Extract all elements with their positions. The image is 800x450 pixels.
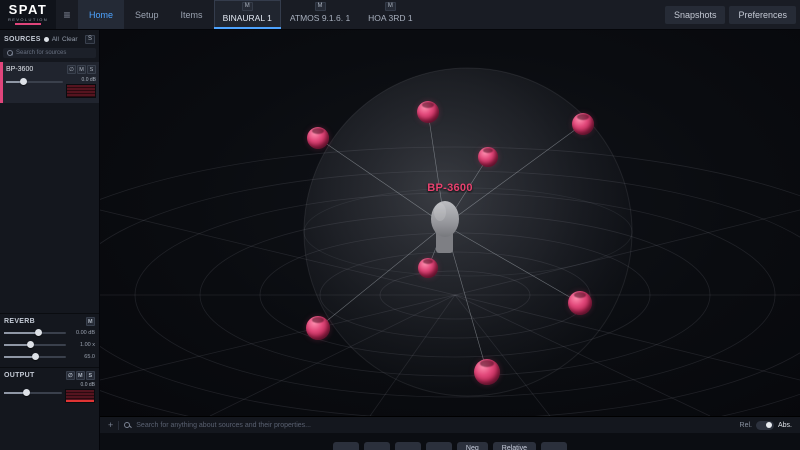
abs-label[interactable]: Abs. (778, 422, 792, 429)
search-icon (124, 422, 131, 429)
toggle-knob[interactable] (766, 422, 772, 428)
topbar-right-group: Snapshots Preferences (665, 0, 800, 29)
sources-all-button[interactable]: All (52, 36, 59, 43)
logo-accent-bar (15, 23, 41, 25)
menu-icon[interactable]: ≡ (56, 0, 78, 29)
reverb-gain-value: 0.00 dB (69, 330, 95, 336)
mute-badge[interactable]: M (315, 2, 326, 11)
mute-badge[interactable]: M (242, 2, 253, 11)
output-level-meter: 0.0 dB (65, 382, 95, 403)
reverb-size-slider[interactable] (4, 352, 66, 362)
sources-search-input[interactable]: Search for sources (3, 48, 96, 58)
tab-hoa-3rd-1[interactable]: M HOA 3RD 1 (359, 0, 421, 29)
slider-knob[interactable] (32, 353, 39, 360)
bottom-button-3[interactable] (395, 442, 421, 450)
reverb-time-value: 1.00 x (69, 342, 95, 348)
rel-label[interactable]: Rel. (740, 422, 752, 429)
3d-viewport[interactable]: BP-3600 (100, 30, 800, 416)
bottom-button-1[interactable] (333, 442, 359, 450)
reverb-title: REVERB (4, 318, 35, 325)
sources-title: SOURCES (4, 36, 41, 43)
tab-items[interactable]: Items (170, 0, 214, 29)
output-title: OUTPUT (4, 372, 35, 379)
slider-knob[interactable] (27, 341, 34, 348)
bottom-button-7[interactable] (541, 442, 567, 450)
meter-bars (65, 389, 95, 403)
speaker-blob[interactable] (418, 258, 438, 278)
snapshots-button[interactable]: Snapshots (665, 6, 726, 24)
slider-knob[interactable] (23, 389, 30, 396)
tab-atmos-9-1-6-1[interactable]: M ATMOS 9.1.6. 1 (281, 0, 359, 29)
top-bar: SPAT REVOLUTION ≡ Home Setup Items M BIN… (0, 0, 800, 30)
app-logo: SPAT REVOLUTION (0, 0, 56, 29)
speaker-blob-layer (100, 30, 800, 416)
source-level-value: 0.0 dB (66, 77, 96, 83)
speaker-blob[interactable] (306, 316, 330, 340)
slider-knob[interactable] (35, 329, 42, 336)
speaker-blob[interactable] (572, 113, 594, 135)
sources-clear-button[interactable]: Clear (62, 36, 78, 43)
output-level-value: 0.0 dB (65, 382, 95, 388)
reverb-gain-slider[interactable] (4, 328, 66, 338)
mute-badge[interactable]: M (385, 2, 396, 11)
search-icon (7, 50, 13, 56)
sources-header: SOURCES All Clear S (0, 30, 99, 48)
tab-home[interactable]: Home (78, 0, 124, 29)
speaker-blob[interactable] (478, 147, 498, 167)
reverb-time-slider[interactable] (4, 340, 66, 350)
slider-knob[interactable] (20, 78, 27, 85)
source-gain-slider[interactable] (6, 77, 63, 87)
global-search-input[interactable]: Search for anything about sources and th… (136, 422, 311, 429)
app-logo-subtext: REVOLUTION (8, 17, 48, 22)
phase-invert-button[interactable]: ∅ (67, 65, 76, 74)
tab-binaural-1[interactable]: M BINAURAL 1 (214, 0, 281, 29)
reverb-size-value: 65.0 (69, 354, 95, 360)
output-phase-button[interactable]: ∅ (66, 371, 75, 380)
output-section: OUTPUT ∅ M S 0.0 dB (0, 367, 99, 408)
source-3d-label[interactable]: BP-3600 (408, 182, 492, 194)
divider (118, 421, 119, 430)
speaker-blob[interactable] (474, 359, 500, 385)
bottom-button-row: Neg Relative (100, 442, 800, 450)
speaker-blob[interactable] (307, 127, 329, 149)
output-mute-button[interactable]: M (76, 371, 85, 380)
tab-setup[interactable]: Setup (124, 0, 170, 29)
source-strip-bp-3600[interactable]: BP-3600 ∅ M S 0.0 dB (0, 62, 99, 103)
bottom-button-neg[interactable]: Neg (457, 442, 488, 450)
app-logo-text: SPAT (9, 4, 48, 16)
rel-abs-toggle[interactable] (756, 421, 774, 430)
bottom-button-2[interactable] (364, 442, 390, 450)
sources-search-placeholder: Search for sources (16, 50, 66, 56)
bottom-button-relative[interactable]: Relative (493, 442, 536, 450)
speaker-blob[interactable] (568, 291, 592, 315)
bottom-button-4[interactable] (426, 442, 452, 450)
mute-button[interactable]: M (77, 65, 86, 74)
output-gain-slider[interactable] (4, 388, 62, 398)
meter-bars (66, 84, 96, 98)
sources-radio-dot[interactable] (44, 37, 49, 42)
sources-solo-button[interactable]: S (85, 35, 95, 44)
preferences-button[interactable]: Preferences (729, 6, 796, 24)
output-solo-button[interactable]: S (86, 371, 95, 380)
reverb-mute-button[interactable]: M (86, 317, 95, 326)
bottom-search-bar: + Search for anything about sources and … (100, 416, 800, 433)
add-icon[interactable]: + (108, 421, 113, 430)
source-level-meter: 0.0 dB (66, 77, 96, 98)
source-name: BP-3600 (6, 66, 33, 73)
reverb-section: REVERB M 0.00 dB 1.00 x 65.0 (0, 313, 99, 367)
solo-button[interactable]: S (87, 65, 96, 74)
sources-sidebar: SOURCES All Clear S Search for sources B… (0, 30, 100, 450)
speaker-blob[interactable] (417, 101, 439, 123)
